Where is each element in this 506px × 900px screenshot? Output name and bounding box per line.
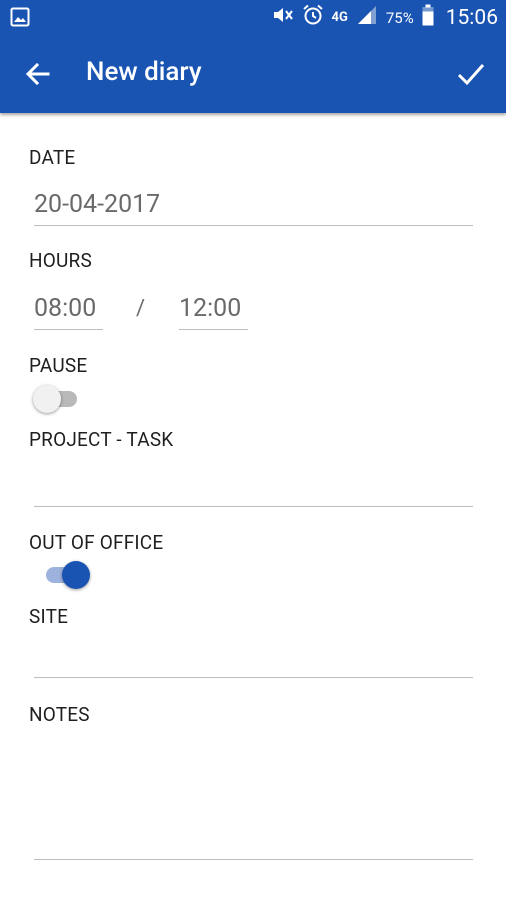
- signal-icon: [356, 5, 378, 30]
- mute-icon: [272, 5, 294, 30]
- page-title: New diary: [86, 57, 202, 87]
- site-field[interactable]: [34, 677, 473, 678]
- status-time: 15:06: [445, 5, 498, 30]
- notes-label: NOTES: [29, 703, 90, 726]
- site-label: SITE: [29, 605, 69, 628]
- out-of-office-toggle[interactable]: [42, 559, 92, 589]
- project-task-label: PROJECT - TASK: [29, 428, 174, 451]
- gallery-icon: [10, 7, 30, 27]
- time-separator: /: [136, 296, 146, 321]
- out-of-office-toggle-thumb: [62, 561, 90, 589]
- battery-icon: [422, 4, 434, 31]
- project-task-field[interactable]: [34, 506, 473, 507]
- status-bar: 4G 75% 15:06: [0, 0, 506, 35]
- arrow-left-icon[interactable]: [24, 60, 52, 88]
- battery-percentage: 75%: [385, 8, 414, 27]
- pause-label: PAUSE: [29, 354, 88, 377]
- end-time-field[interactable]: 12:00: [179, 294, 248, 330]
- alarm-icon: [302, 4, 324, 31]
- date-field[interactable]: 20-04-2017: [34, 190, 473, 226]
- pause-toggle[interactable]: [33, 383, 85, 413]
- date-label: DATE: [29, 146, 76, 169]
- app-bar: New diary: [0, 35, 506, 113]
- network-type: 4G: [331, 10, 348, 25]
- hours-label: HOURS: [29, 249, 92, 272]
- pause-toggle-thumb: [33, 385, 61, 413]
- out-of-office-label: OUT OF OFFICE: [29, 531, 164, 554]
- notes-field[interactable]: [34, 859, 473, 860]
- check-icon[interactable]: [456, 59, 486, 89]
- start-time-field[interactable]: 08:00: [34, 294, 103, 330]
